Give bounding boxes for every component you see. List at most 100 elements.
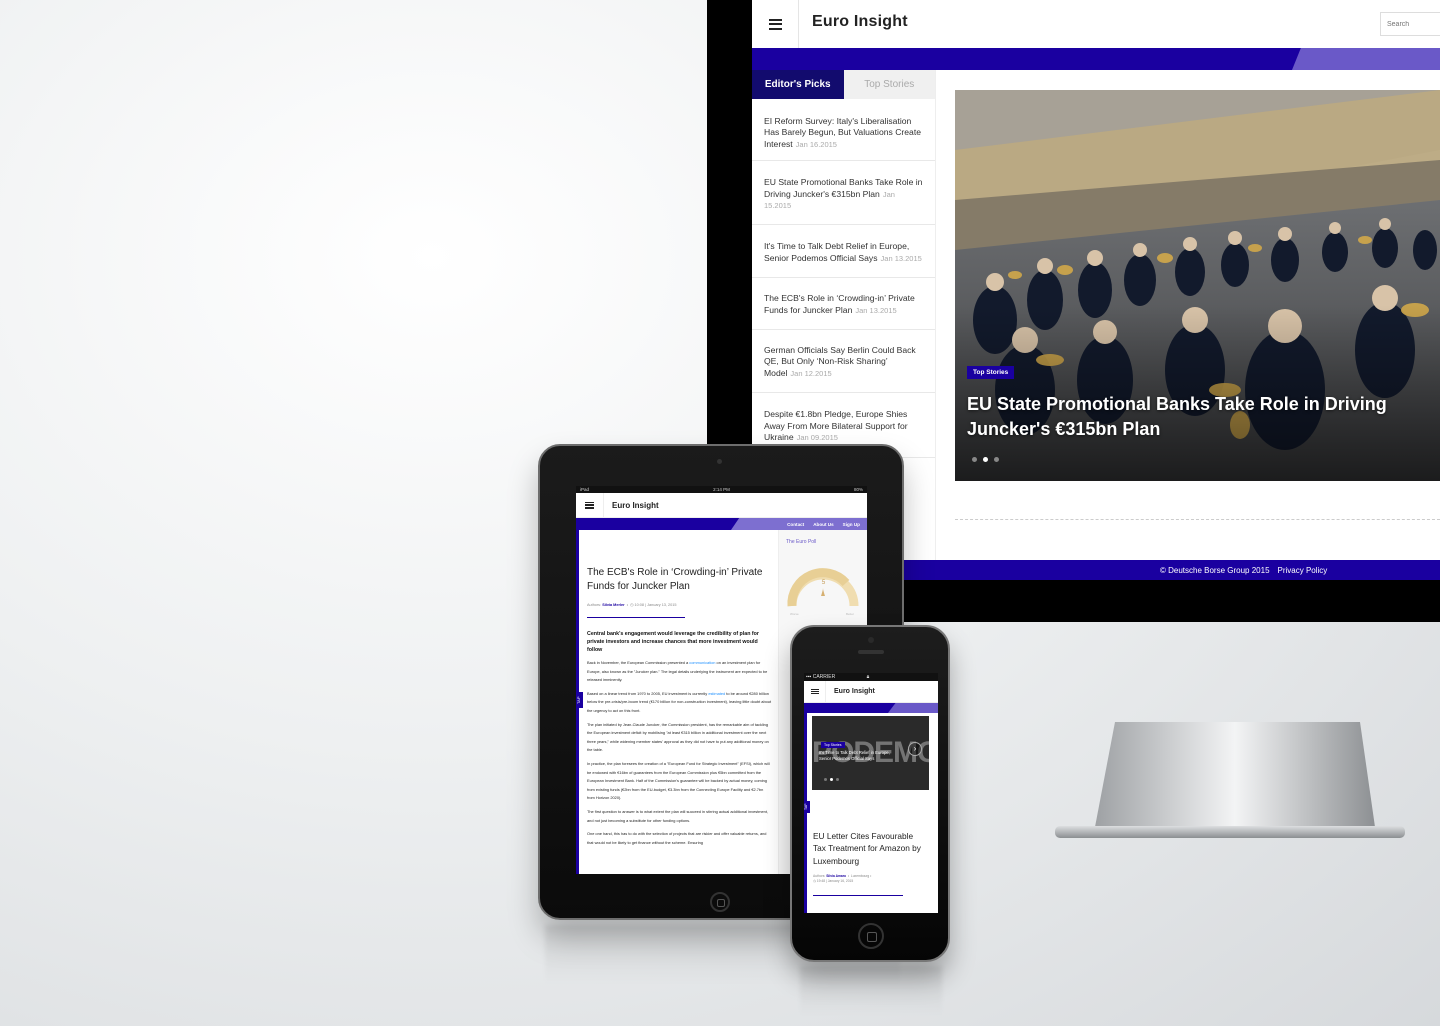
story-date: Jan 13.2015 — [880, 253, 922, 263]
sidebar-tabs: Editor's Picks Top Stories — [752, 70, 935, 99]
hero-pagination — [824, 778, 839, 781]
hero-pagination — [972, 457, 999, 462]
hero-headline[interactable]: EU State Promotional Banks Take Role in … — [967, 392, 1387, 442]
gauge-needle-icon — [821, 588, 825, 596]
carrier-name: CARRIER — [812, 674, 836, 680]
story-date: Jan 09.2015 — [796, 433, 838, 443]
nav-about-us[interactable]: About Us — [813, 522, 833, 527]
article-time: 10:08 | January 13, 2015 — [634, 603, 677, 607]
poll-gauge[interactable]: 5 Worse Better — [786, 556, 861, 616]
nav-sign-up[interactable]: Sign Up — [843, 522, 860, 527]
article-meta: Authors: Silvia Merler • ◷ 10:08 | Janua… — [587, 603, 677, 607]
tab-top-stories[interactable]: Top Stories — [843, 70, 935, 99]
speaker-grille — [858, 650, 884, 654]
tap-drawer-handle[interactable]: TAP — [804, 801, 810, 813]
story-date: Jan 12.2015 — [790, 368, 832, 378]
menu-button[interactable] — [752, 0, 799, 48]
story-date: Jan 13.2015 — [855, 305, 897, 315]
clock-icon: ◷ — [630, 603, 634, 607]
content-divider — [955, 519, 1440, 520]
article-tag[interactable]: Luxembourg — [851, 874, 869, 878]
clock: 2:14 PM — [713, 487, 730, 492]
drawer-edge — [804, 713, 807, 913]
phone-reflection — [800, 966, 942, 1016]
hero-category-badge[interactable]: Top Stories — [967, 366, 1015, 379]
article-paragraph: Based on a linear trend from 1970 to 200… — [587, 690, 772, 713]
title-rule — [813, 895, 903, 896]
site-logo[interactable]: Euro Insight — [812, 13, 908, 31]
search-input[interactable] — [1380, 12, 1440, 36]
sidebar-story-item[interactable]: It's Time to Talk Debt Relief in Europe,… — [752, 225, 935, 279]
site-logo[interactable]: Euro Insight — [612, 501, 659, 510]
main-content: Top Stories EU State Promotional Banks T… — [936, 70, 1440, 560]
poll-value: 5 — [822, 580, 826, 586]
tablet-status-bar: iPad 2:14 PM 80% — [576, 486, 867, 493]
article-paragraph: The first question to answer is to what … — [587, 808, 769, 823]
phone-screen: ▪▪▪ CARRIER 🔒︎ Euro Insight TAP PODEMO T… — [804, 673, 938, 913]
monitor-stand — [1055, 722, 1405, 838]
home-button[interactable] — [710, 892, 730, 912]
article-title[interactable]: EU Letter Cites Favourable Tax Treatment… — [813, 830, 928, 867]
hero-category-badge[interactable]: Top Stories — [821, 742, 845, 748]
camera-icon — [868, 637, 874, 643]
article-paragraph: One one hand, this has to do with the se… — [587, 831, 767, 845]
article: The ECB's Role in ‘Crowding-in’ Private … — [581, 530, 778, 874]
footer-copyright: © Deutsche Borse Group 2015 — [1160, 565, 1270, 575]
slide-dot[interactable] — [972, 457, 977, 462]
camera-icon — [717, 459, 722, 464]
phone-header: Euro Insight — [804, 680, 938, 703]
accent-band: Contact About Us Sign Up — [576, 518, 867, 530]
hamburger-icon — [768, 18, 782, 30]
next-slide-arrow-icon[interactable]: › — [908, 742, 922, 756]
inline-link[interactable]: estimated — [708, 691, 725, 696]
article-paragraph: Back in November, the European Commissio… — [587, 660, 768, 683]
story-title: German Officials Say Berlin Could Back Q… — [764, 345, 916, 378]
footer-privacy-link[interactable]: Privacy Policy — [1278, 566, 1328, 575]
sidebar-story-item[interactable]: German Officials Say Berlin Could Back Q… — [752, 330, 935, 394]
menu-button[interactable] — [576, 492, 604, 518]
article-title: The ECB's Role in ‘Crowding-in’ Private … — [587, 567, 763, 592]
phone-device: ▪▪▪ CARRIER 🔒︎ Euro Insight TAP PODEMO T… — [790, 625, 950, 962]
story-title: EU State Promotional Banks Take Role in … — [764, 177, 923, 199]
article-lead: Central bank's engagement would leverage… — [587, 631, 759, 653]
accent-band-highlight — [1292, 48, 1440, 70]
nav-contact[interactable]: Contact — [787, 522, 804, 527]
site-header: Euro Insight — [752, 0, 1440, 48]
gauge-min-label: Worse — [790, 612, 799, 616]
top-nav-links: Contact About Us Sign Up — [731, 518, 867, 530]
site-logo[interactable]: Euro Insight — [834, 688, 875, 695]
sidebar-story-item[interactable]: The ECB's Role in ‘Crowding-in’ Private … — [752, 278, 935, 331]
phone-hero-slider[interactable]: PODEMO Top Stories It's Time to Talk Deb… — [812, 716, 929, 790]
slide-dot[interactable] — [824, 778, 827, 781]
slide-dot[interactable] — [836, 778, 839, 781]
article-paragraph: In practice, the plan foresees the creat… — [587, 760, 770, 801]
article-time: 19:48 | January 16, 2015 — [816, 879, 854, 883]
slide-dot[interactable] — [994, 457, 999, 462]
tablet-header: Euro Insight — [576, 492, 867, 518]
slide-dot-active[interactable] — [830, 778, 833, 781]
tab-editors-picks[interactable]: Editor's Picks — [752, 70, 844, 99]
hero-slider[interactable]: Top Stories EU State Promotional Banks T… — [955, 90, 1440, 481]
article-paragraph: The plan initiated by Jean-Claude Juncke… — [587, 721, 769, 753]
author-link[interactable]: Silvia Amaro — [826, 874, 846, 878]
hero-headline[interactable]: It's Time to Talk Debt Relief in Europe,… — [819, 750, 899, 761]
title-rule — [587, 617, 685, 618]
home-button[interactable] — [858, 923, 884, 949]
signal-icon: ▪▪▪ — [806, 674, 812, 680]
inline-link[interactable]: communication — [689, 660, 715, 665]
accent-band — [804, 703, 938, 713]
story-title: EI Reform Survey: Italy's Liberalisation… — [764, 116, 922, 149]
author-link[interactable]: Silvia Merler — [602, 603, 624, 607]
slide-dot-active[interactable] — [983, 457, 988, 462]
article-meta: Authors: Silvia Amaro • Luxembourg • ◷ 1… — [813, 874, 872, 883]
sidebar-story-item[interactable]: EU State Promotional Banks Take Role in … — [752, 161, 935, 226]
hamburger-icon — [810, 688, 819, 695]
menu-button[interactable] — [804, 680, 826, 703]
sidebar-story-item[interactable]: EI Reform Survey: Italy's Liberalisation… — [752, 99, 935, 162]
story-date: Jan 16.2015 — [795, 139, 837, 149]
clock-icon: ◷ — [813, 879, 816, 883]
author-prefix: Authors: — [813, 874, 826, 878]
battery-level: 80% — [853, 487, 863, 492]
poll-title: The Euro Poll — [786, 539, 817, 545]
hamburger-icon — [585, 501, 594, 509]
